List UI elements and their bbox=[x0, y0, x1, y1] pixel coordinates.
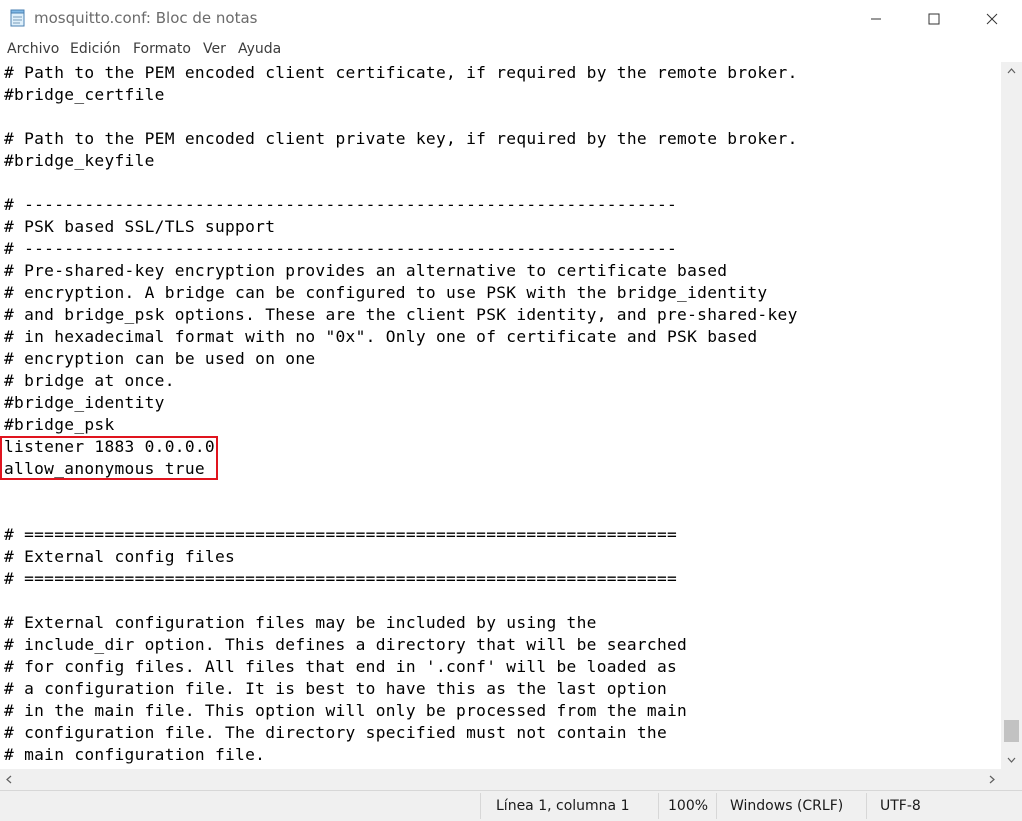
editor-line[interactable]: #bridge_psk bbox=[4, 414, 798, 436]
editor-line[interactable]: # ======================================… bbox=[4, 568, 798, 590]
editor-line[interactable]: # in hexadecimal format with no "0x". On… bbox=[4, 326, 798, 348]
zoom-level: 100% bbox=[668, 798, 709, 814]
editor-line[interactable]: # encryption can be used on one bbox=[4, 348, 798, 370]
editor-line[interactable]: # External configuration files may be in… bbox=[4, 612, 798, 634]
editor-line[interactable]: # ======================================… bbox=[4, 524, 798, 546]
close-icon bbox=[986, 13, 998, 24]
scrollbar-corner bbox=[1001, 769, 1022, 790]
scroll-down-arrow-icon[interactable] bbox=[1001, 751, 1022, 769]
editor-line[interactable]: # PSK based SSL/TLS support bbox=[4, 216, 798, 238]
maximize-icon bbox=[928, 13, 940, 24]
menu-ayuda[interactable]: Ayuda bbox=[238, 41, 281, 57]
editor-line[interactable]: # main configuration file. bbox=[4, 744, 798, 766]
horizontal-scrollbar[interactable] bbox=[0, 769, 1001, 790]
status-separator bbox=[658, 793, 659, 819]
editor-line[interactable]: # and bridge_psk options. These are the … bbox=[4, 304, 798, 326]
window-title: mosquitto.conf: Bloc de notas bbox=[34, 9, 258, 27]
editor-line[interactable]: # a configuration file. It is best to ha… bbox=[4, 678, 798, 700]
editor-line[interactable] bbox=[4, 590, 798, 612]
editor-line[interactable]: listener 1883 0.0.0.0 bbox=[4, 436, 798, 458]
maximize-button[interactable] bbox=[905, 0, 963, 37]
minimize-icon bbox=[871, 18, 881, 19]
menu-formato[interactable]: Formato bbox=[133, 41, 191, 57]
editor-line[interactable]: # --------------------------------------… bbox=[4, 238, 798, 260]
editor-line[interactable]: #bridge_identity bbox=[4, 392, 798, 414]
editor-line[interactable] bbox=[4, 480, 798, 502]
menu-ver[interactable]: Ver bbox=[203, 41, 226, 57]
vertical-scrollbar[interactable] bbox=[1001, 62, 1022, 769]
editor-line[interactable]: # External config files bbox=[4, 546, 798, 568]
scroll-right-arrow-icon[interactable] bbox=[983, 769, 1001, 790]
scroll-left-arrow-icon[interactable] bbox=[0, 769, 18, 790]
editor-line[interactable]: # in the main file. This option will onl… bbox=[4, 700, 798, 722]
menu-edicion[interactable]: Edición bbox=[70, 41, 121, 57]
close-button[interactable] bbox=[963, 0, 1021, 37]
status-separator bbox=[866, 793, 867, 819]
editor-content[interactable]: # Path to the PEM encoded client certifi… bbox=[4, 62, 798, 766]
editor-line[interactable]: # Path to the PEM encoded client certifi… bbox=[4, 62, 798, 84]
minimize-button[interactable] bbox=[847, 0, 905, 37]
editor-line[interactable]: # bridge at once. bbox=[4, 370, 798, 392]
status-separator bbox=[716, 793, 717, 819]
editor-line[interactable]: allow_anonymous true bbox=[4, 458, 798, 480]
menu-bar: Archivo Edición Formato Ver Ayuda bbox=[0, 37, 1022, 62]
editor-line[interactable]: # for config files. All files that end i… bbox=[4, 656, 798, 678]
text-editor[interactable]: # Path to the PEM encoded client certifi… bbox=[0, 62, 1001, 769]
editor-line[interactable]: # configuration file. The directory spec… bbox=[4, 722, 798, 744]
editor-line[interactable]: # encryption. A bridge can be configured… bbox=[4, 282, 798, 304]
vertical-scroll-thumb[interactable] bbox=[1004, 720, 1019, 742]
notepad-icon bbox=[9, 9, 27, 27]
editor-line[interactable]: # include_dir option. This defines a dir… bbox=[4, 634, 798, 656]
editor-line[interactable]: #bridge_certfile bbox=[4, 84, 798, 106]
editor-line[interactable] bbox=[4, 502, 798, 524]
encoding: UTF-8 bbox=[880, 798, 921, 814]
editor-line[interactable]: #bridge_keyfile bbox=[4, 150, 798, 172]
title-bar: mosquitto.conf: Bloc de notas bbox=[0, 0, 1022, 37]
menu-archivo[interactable]: Archivo bbox=[7, 41, 59, 57]
editor-line[interactable] bbox=[4, 172, 798, 194]
status-separator bbox=[480, 793, 481, 819]
status-bar: Línea 1, columna 1 100% Windows (CRLF) U… bbox=[0, 790, 1022, 821]
cursor-position: Línea 1, columna 1 bbox=[496, 798, 630, 814]
editor-line[interactable]: # Pre-shared-key encryption provides an … bbox=[4, 260, 798, 282]
line-endings: Windows (CRLF) bbox=[730, 798, 844, 814]
scroll-up-arrow-icon[interactable] bbox=[1001, 62, 1022, 80]
editor-line[interactable]: # Path to the PEM encoded client private… bbox=[4, 128, 798, 150]
editor-line[interactable]: # --------------------------------------… bbox=[4, 194, 798, 216]
editor-line[interactable] bbox=[4, 106, 798, 128]
